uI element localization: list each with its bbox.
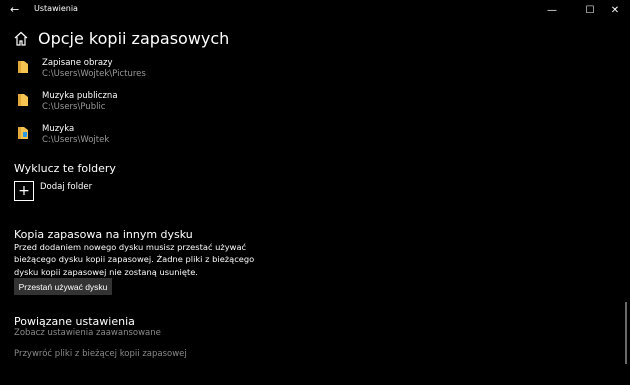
other-drive-description: Przed dodaniem nowego dysku musisz przes…	[14, 242, 255, 277]
restore-files-link[interactable]: Przywróć pliki z bieżącej kopii zapasowe…	[14, 349, 187, 359]
folder-name: Zapisane obrazy	[42, 58, 113, 68]
title-bar: ← Ustawienia — ☐ ✕	[0, 0, 630, 20]
folder-icon	[18, 61, 28, 73]
plus-icon: +	[14, 181, 34, 201]
exclude-heading: Wyklucz te foldery	[14, 162, 116, 175]
folder-path: C:\Users\Wojtek	[42, 135, 110, 145]
folder-name: Muzyka	[42, 124, 75, 134]
minimize-button[interactable]: —	[537, 0, 567, 20]
scrollbar[interactable]	[625, 302, 627, 364]
folder-path: C:\Users\Wojtek\Pictures	[42, 69, 146, 79]
other-drive-heading: Kopia zapasowa na innym dysku	[14, 228, 193, 241]
add-folder-button[interactable]: + Dodaj folder	[14, 181, 92, 201]
advanced-settings-link[interactable]: Zobacz ustawienia zaawansowane	[14, 328, 161, 338]
folder-list-item[interactable]: Muzyka C:\Users\Wojtek	[16, 124, 109, 146]
close-button[interactable]: ✕	[600, 0, 630, 20]
folder-path: C:\Users\Public	[42, 102, 106, 112]
stop-using-drive-button[interactable]: Przestań używać dysku	[14, 278, 112, 295]
page-title: Opcje kopii zapasowych	[38, 29, 230, 48]
folder-icon	[18, 94, 28, 106]
back-arrow-icon[interactable]: ←	[10, 3, 19, 17]
folder-name: Muzyka publiczna	[42, 91, 118, 101]
window-title: Ustawienia	[34, 4, 78, 13]
add-folder-label: Dodaj folder	[40, 182, 93, 192]
music-folder-icon	[18, 127, 28, 139]
page-header: Opcje kopii zapasowych	[14, 29, 229, 48]
home-icon[interactable]	[14, 31, 28, 47]
folder-list-item[interactable]: Muzyka publiczna C:\Users\Public	[16, 91, 118, 113]
related-settings-heading: Powiązane ustawienia	[14, 315, 135, 328]
folder-list-item[interactable]: Zapisane obrazy C:\Users\Wojtek\Pictures	[16, 58, 146, 80]
